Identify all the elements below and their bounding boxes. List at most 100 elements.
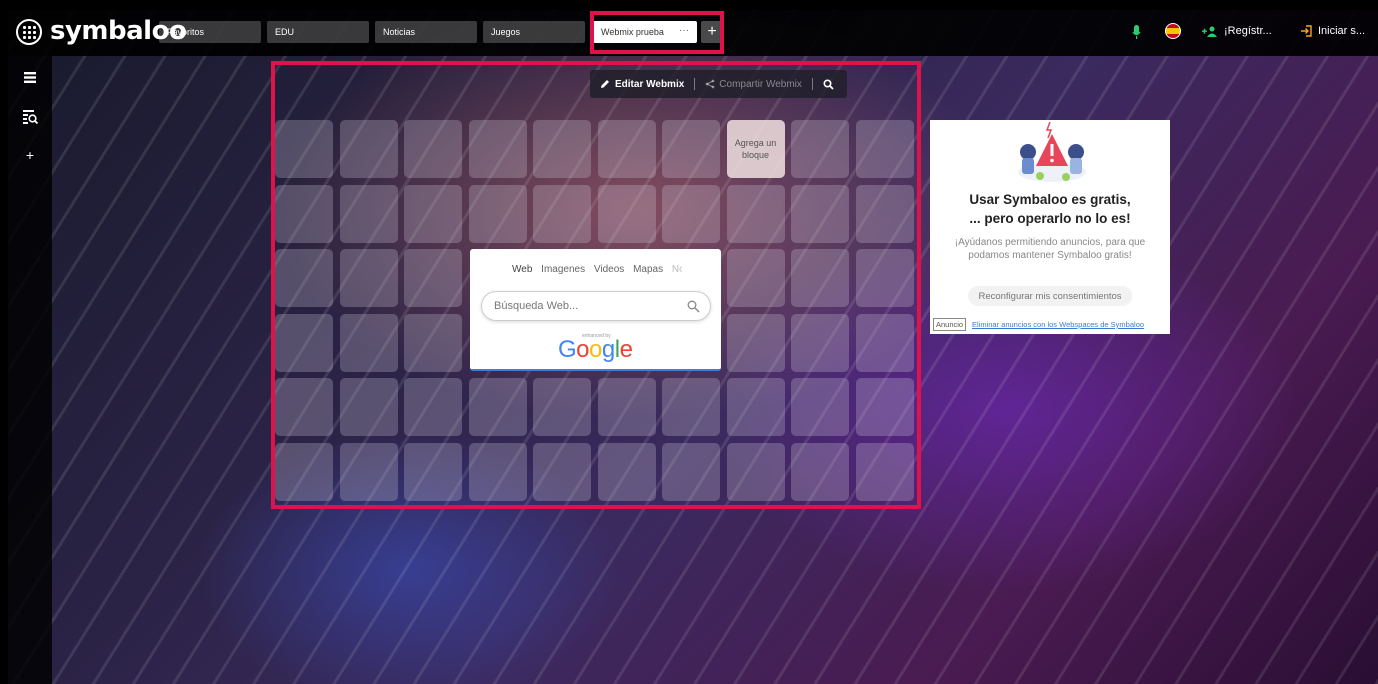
tile-slot[interactable] <box>533 378 591 436</box>
search-tab-news[interactable]: No <box>672 264 682 275</box>
tab-edu[interactable]: EDU <box>267 21 369 43</box>
pencil-icon <box>601 80 609 88</box>
tile-slot[interactable] <box>726 442 785 501</box>
ad-label: Anuncio <box>933 318 967 331</box>
register-label: ¡Regístr... <box>1224 25 1272 37</box>
tab-highlight-box <box>590 11 724 54</box>
reconfigure-consent-button[interactable]: Reconfigurar mis consentimientos <box>968 286 1132 306</box>
add-user-icon <box>1202 26 1217 37</box>
tile-slot[interactable] <box>855 442 914 501</box>
search-input[interactable]: Búsqueda Web... <box>481 291 711 321</box>
google-wordmark: Google <box>558 336 633 363</box>
google-logo: enhanced by Google <box>558 333 638 363</box>
tile-slot[interactable] <box>791 184 849 243</box>
tab-noticias[interactable]: Noticias <box>375 21 477 43</box>
tile-slot[interactable] <box>533 184 591 243</box>
search-tab-web[interactable]: Web <box>512 264 533 275</box>
add-webmix-icon[interactable]: + <box>21 146 39 164</box>
tile-slot[interactable] <box>662 184 720 243</box>
share-icon <box>705 79 715 89</box>
tile-slot[interactable] <box>339 120 398 178</box>
search-tab-videos[interactable]: Videos <box>594 264 624 275</box>
tile-slot[interactable] <box>855 120 914 178</box>
tile-slot[interactable] <box>404 313 462 372</box>
tile-slot[interactable] <box>597 442 656 501</box>
ad-body: ¡Ayúdanos permitiendo anuncios, para que… <box>954 237 1146 261</box>
tile-slot[interactable] <box>662 120 720 178</box>
tile-slot[interactable] <box>662 442 720 501</box>
ad-title-line1: Usar Symbaloo es gratis, <box>969 192 1131 207</box>
tile-slot[interactable] <box>791 249 849 307</box>
ad-title: Usar Symbaloo es gratis, ... pero operar… <box>930 190 1170 228</box>
tile-slot[interactable] <box>726 184 785 243</box>
spain-flag-icon[interactable] <box>1165 23 1181 39</box>
tile-slot[interactable] <box>468 184 527 243</box>
remove-ads-link[interactable]: Eliminar anuncios con los Webspaces de S… <box>972 320 1144 329</box>
tile-slot[interactable] <box>533 442 591 501</box>
tile-slot[interactable] <box>404 442 462 501</box>
tile-slot[interactable] <box>275 120 333 178</box>
toolbar-divider <box>694 78 696 90</box>
tile-slot[interactable] <box>791 120 849 178</box>
webmix-toolbar: Editar Webmix Compartir Webmix <box>590 70 847 98</box>
register-button[interactable]: ¡Regístr... <box>1202 25 1272 37</box>
tile-slot[interactable] <box>339 184 398 243</box>
google-search-widget: Web Imagenes Videos Mapas No Búsqueda We… <box>470 249 721 371</box>
tile-slot[interactable] <box>468 120 527 178</box>
tile-slot[interactable] <box>339 249 398 307</box>
tile-slot[interactable] <box>597 184 656 243</box>
tile-slot[interactable] <box>855 378 914 436</box>
search-icon[interactable] <box>687 300 700 313</box>
tile-slot[interactable] <box>275 442 333 501</box>
tile-slot[interactable] <box>339 313 398 372</box>
apps-grid-icon[interactable] <box>16 19 42 45</box>
tile-slot[interactable] <box>726 313 785 372</box>
tile-slot[interactable] <box>404 120 462 178</box>
share-webmix-button[interactable]: Compartir Webmix <box>719 79 802 90</box>
search-icon[interactable] <box>823 78 834 90</box>
tile-slot[interactable] <box>404 184 462 243</box>
tile-slot[interactable] <box>404 249 462 307</box>
ad-panel: Usar Symbaloo es gratis, ... pero operar… <box>930 120 1170 334</box>
edit-webmix-button[interactable]: Editar Webmix <box>615 79 684 90</box>
tile-slot[interactable] <box>275 249 333 307</box>
tile-slot[interactable] <box>275 184 333 243</box>
tile-slot[interactable] <box>404 378 462 436</box>
tile-slot[interactable] <box>726 249 785 307</box>
tile-slot[interactable] <box>791 378 849 436</box>
search-placeholder: Búsqueda Web... <box>494 300 579 312</box>
top-bar: symbaloo Favoritos EDU Noticias Juegos W… <box>8 10 1378 56</box>
tile-slot[interactable] <box>468 378 527 436</box>
ad-title-line2: ... pero operarlo no lo es! <box>969 211 1131 226</box>
tile-slot[interactable] <box>855 313 914 372</box>
tile-slot[interactable] <box>275 313 333 372</box>
tile-slot[interactable] <box>339 442 398 501</box>
login-button[interactable]: Iniciar s... <box>1300 25 1365 37</box>
microphone-icon[interactable] <box>1132 25 1141 39</box>
tile-slot[interactable] <box>791 313 849 372</box>
tile-slot[interactable] <box>662 378 720 436</box>
search-tab-maps[interactable]: Mapas <box>633 264 663 275</box>
login-icon <box>1301 25 1312 37</box>
warning-illustration-icon <box>1018 122 1086 182</box>
add-block-tile[interactable]: Agrega un bloque <box>726 120 785 178</box>
tile-slot[interactable] <box>275 378 333 436</box>
login-label: Iniciar s... <box>1318 25 1366 37</box>
tile-slot[interactable] <box>533 120 591 178</box>
tab-juegos[interactable]: Juegos <box>483 21 585 43</box>
tile-slot[interactable] <box>597 378 656 436</box>
tile-slot[interactable] <box>791 442 849 501</box>
search-tab-images[interactable]: Imagenes <box>541 264 585 275</box>
menu-icon[interactable] <box>21 68 39 86</box>
tile-slot[interactable] <box>597 120 656 178</box>
toolbar-divider <box>811 78 813 90</box>
tile-slot[interactable] <box>855 249 914 307</box>
app-background: symbaloo Favoritos EDU Noticias Juegos W… <box>8 10 1378 684</box>
tab-favoritos[interactable]: Favoritos <box>159 21 261 43</box>
tile-slot[interactable] <box>339 378 398 436</box>
search-type-tabs: Web Imagenes Videos Mapas No <box>512 264 682 275</box>
tile-slot[interactable] <box>726 378 785 436</box>
search-list-icon[interactable] <box>21 108 39 126</box>
tile-slot[interactable] <box>468 442 527 501</box>
tile-slot[interactable] <box>855 184 914 243</box>
